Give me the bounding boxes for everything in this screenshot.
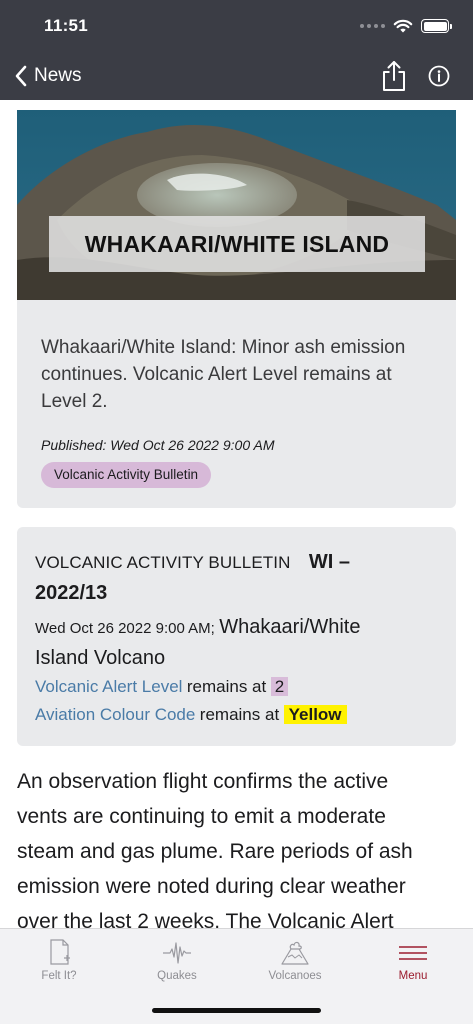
volcano-icon xyxy=(281,941,309,965)
status-icons xyxy=(360,16,452,36)
bulletin-card: VOLCANIC ACTIVITY BULLETIN WI – 2022/13 … xyxy=(17,527,456,746)
bulletin-heading: VOLCANIC ACTIVITY BULLETIN xyxy=(35,553,291,572)
bulletin-code-cont: 2022/13 xyxy=(35,582,108,604)
hero-image: WHAKAARI/WHITE ISLAND xyxy=(17,110,456,300)
article-title: Whakaari/White Island: Minor ash emissio… xyxy=(41,337,406,412)
bulletin-date: Wed Oct 26 2022 9:00 AM; xyxy=(35,620,215,637)
felt-it-icon xyxy=(50,939,70,965)
aviation-code-badge: Yellow xyxy=(283,705,347,724)
volcano-name-cont: Island Volcano xyxy=(35,647,166,669)
chevron-left-icon xyxy=(15,65,27,87)
battery-icon xyxy=(421,19,452,33)
hero-title: WHAKAARI/WHITE ISLAND xyxy=(49,216,425,272)
aviation-code-row: Aviation Colour Code remains at Yellow xyxy=(35,705,347,725)
info-icon[interactable] xyxy=(428,65,450,87)
tab-label: Quakes xyxy=(157,970,197,982)
tab-menu[interactable]: Menu xyxy=(354,929,472,991)
alert-level-text: remains at xyxy=(186,677,267,696)
body-line: An observation flight confirms the activ… xyxy=(17,770,389,793)
volcanic-alert-level-link[interactable]: Volcanic Alert Level xyxy=(35,677,182,696)
article-body: An observation flight confirms the activ… xyxy=(17,764,447,928)
body-line: emission were noted during clear weather xyxy=(17,875,406,898)
body-line: steam and gas plume. Rare periods of ash xyxy=(17,840,413,863)
tab-quakes[interactable]: Quakes xyxy=(118,929,236,991)
tab-label: Menu xyxy=(398,970,428,982)
category-tag[interactable]: Volcanic Activity Bulletin xyxy=(41,462,212,488)
bulletin-code: WI – xyxy=(308,551,351,573)
cellular-signal-icon xyxy=(360,24,385,28)
body-line: over the last 2 weeks. The Volcanic Aler… xyxy=(17,910,394,928)
aviation-colour-code-link[interactable]: Aviation Colour Code xyxy=(35,705,195,724)
body-line: vents are continuing to emit a moderate xyxy=(17,805,386,828)
back-button[interactable]: News xyxy=(14,62,82,90)
wifi-icon xyxy=(393,19,413,32)
tab-label: Felt It? xyxy=(41,970,77,982)
seismograph-icon xyxy=(163,942,191,964)
tab-label: Volcanoes xyxy=(268,970,322,982)
bulletin-date-row: Wed Oct 26 2022 9:00 AM; Whakaari/White xyxy=(35,616,360,639)
menu-icon xyxy=(399,946,427,960)
alert-level-row: Volcanic Alert Level remains at 2 xyxy=(35,677,289,697)
tab-felt-it[interactable]: Felt It? xyxy=(0,929,118,991)
status-bar: 11:51 xyxy=(0,0,473,52)
published-date: Published: Wed Oct 26 2022 9:00 AM xyxy=(41,437,275,453)
aviation-code-text: remains at xyxy=(199,705,280,724)
status-time: 11:51 xyxy=(44,16,89,35)
back-label: News xyxy=(34,65,82,86)
article-content[interactable]: WHAKAARI/WHITE ISLAND Whakaari/White Isl… xyxy=(0,100,473,928)
summary-card: Whakaari/White Island: Minor ash emissio… xyxy=(17,300,456,508)
volcano-name: Whakaari/White xyxy=(219,616,361,638)
home-indicator xyxy=(152,1008,321,1013)
share-icon[interactable] xyxy=(381,60,407,92)
navigation-bar: News xyxy=(0,52,473,100)
alert-level-badge: 2 xyxy=(270,677,289,696)
bulletin-heading-row: VOLCANIC ACTIVITY BULLETIN WI – xyxy=(35,551,350,574)
tab-volcanoes[interactable]: Volcanoes xyxy=(236,929,354,991)
